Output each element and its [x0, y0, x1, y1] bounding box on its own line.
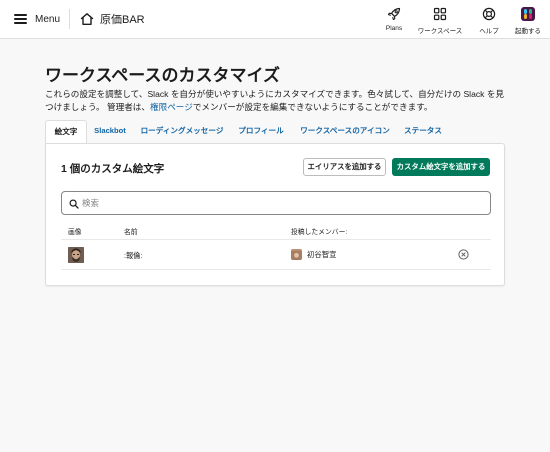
add-custom-emoji-button[interactable]: カスタム絵文字を追加する — [392, 158, 490, 176]
top-bar: Menu 原価BAR Plans ワークスペース ヘルプ 起動する — [0, 0, 550, 39]
help-lifebuoy-icon — [482, 7, 496, 21]
column-header-image: 画像 — [68, 229, 82, 236]
description-text-end: でメンバーが設定を編集できないようにすることができます。 — [192, 101, 433, 112]
emoji-row: :報倫: 初谷智宣 — [61, 239, 491, 270]
slack-app-icon — [521, 7, 535, 21]
column-header-name: 名前 — [124, 229, 138, 236]
nav-launch[interactable]: 起動する — [512, 7, 544, 35]
emoji-uploader: 初谷智宣 — [291, 249, 337, 260]
tab-loading-messages[interactable]: ローディングメッセージ — [140, 120, 224, 143]
emoji-search-input[interactable] — [82, 195, 482, 211]
tab-slackbot[interactable]: Slackbot — [90, 120, 130, 143]
emoji-name: :報倫: — [124, 251, 143, 260]
tab-profile[interactable]: プロフィール — [235, 120, 287, 143]
rocket-icon — [387, 7, 401, 21]
home-icon — [80, 13, 94, 25]
emoji-search[interactable] — [61, 191, 491, 215]
nav-help-label: ヘルプ — [479, 28, 499, 35]
nav-workspace-label: ワークスペース — [417, 28, 463, 35]
menu-button[interactable]: Menu — [14, 11, 60, 27]
menu-icon — [14, 14, 27, 24]
column-header-uploader: 投稿したメンバー: — [291, 229, 348, 236]
remove-circle-icon[interactable] — [458, 249, 469, 260]
nav-workspace[interactable]: ワークスペース — [414, 7, 466, 35]
avatar — [291, 249, 302, 260]
page-description: これらの設定を調整して、Slack を自分が使いやすいようにカスタマイズできます… — [45, 88, 510, 113]
emoji-image — [68, 247, 84, 263]
tab-status[interactable]: ステータス — [401, 120, 445, 143]
workspace-name: 原価BAR — [100, 14, 145, 26]
tab-workspace-icon[interactable]: ワークスペースのアイコン — [299, 120, 391, 143]
workspace-home-link[interactable]: 原価BAR — [80, 10, 145, 28]
add-alias-button[interactable]: エイリアスを追加する — [303, 158, 386, 176]
menu-label: Menu — [35, 13, 61, 25]
emoji-panel: 1 個のカスタム絵文字 エイリアスを追加する カスタム絵文字を追加する 画像 名… — [45, 143, 505, 286]
grid-icon — [433, 7, 447, 21]
search-icon — [69, 199, 79, 209]
topbar-divider — [69, 9, 70, 29]
nav-plans-label: Plans — [385, 25, 403, 32]
customize-tabs: 絵文字 Slackbot ローディングメッセージ プロフィール ワークスペースの… — [45, 120, 505, 144]
nav-help[interactable]: ヘルプ — [474, 7, 504, 35]
permissions-page-link[interactable]: 権限ページ — [150, 102, 193, 112]
page-title: ワークスペースのカスタマイズ — [45, 66, 280, 85]
nav-launch-label: 起動する — [515, 28, 541, 35]
uploader-name: 初谷智宣 — [307, 250, 337, 259]
tab-emoji[interactable]: 絵文字 — [45, 120, 87, 144]
emoji-count-title: 1 個のカスタム絵文字 — [61, 163, 165, 175]
nav-plans[interactable]: Plans — [381, 7, 407, 32]
